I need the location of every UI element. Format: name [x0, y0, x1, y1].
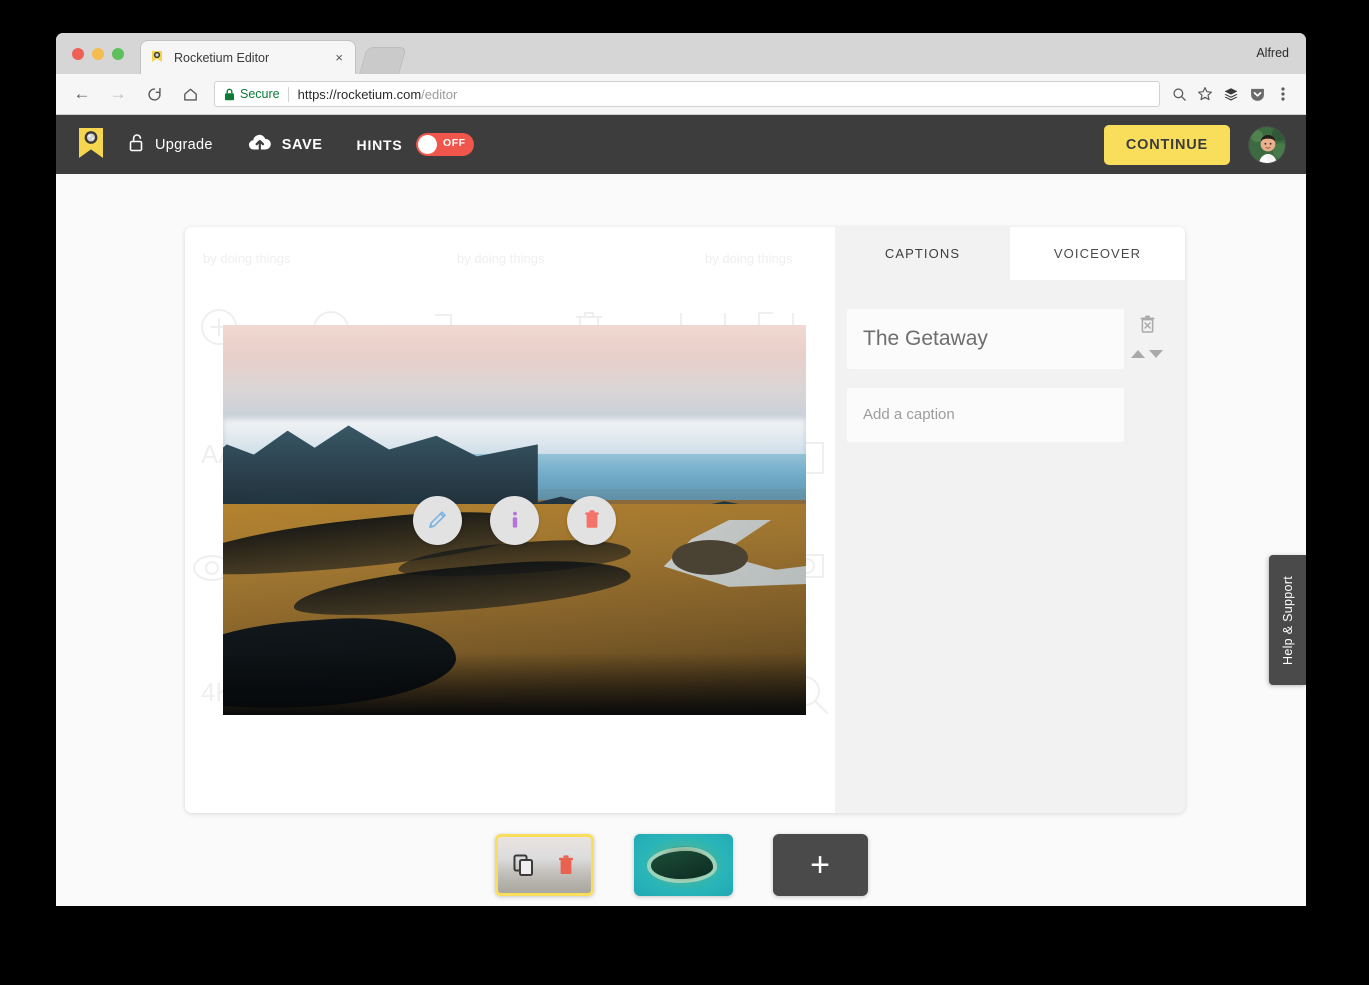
side-panel: CAPTIONS VOICEOVER The Getaway Add a cap…: [835, 227, 1185, 813]
editor-card: by doing things by doing things by doing…: [185, 227, 1185, 813]
slide-thumbnail-1[interactable]: [494, 834, 594, 896]
browser-profile-name[interactable]: Alfred: [1256, 46, 1289, 60]
window-close-button[interactable]: [72, 48, 84, 60]
back-icon[interactable]: ←: [68, 80, 96, 108]
duplicate-icon[interactable]: [512, 853, 536, 877]
tab-captions[interactable]: CAPTIONS: [835, 227, 1010, 280]
caption-input[interactable]: The Getaway: [847, 309, 1124, 369]
home-icon[interactable]: [176, 80, 204, 108]
caption-tools: [1124, 309, 1170, 358]
slide-thumbnail-2[interactable]: [633, 834, 733, 896]
editor-body: by doing things by doing things by doing…: [56, 174, 1306, 906]
save-label: SAVE: [281, 136, 323, 153]
rocketium-app: Upgrade SAVE HINTS OFF CONTINUE by doing…: [56, 115, 1306, 906]
window-maximize-button[interactable]: [112, 48, 124, 60]
browser-tab-title: Rocketium Editor: [174, 50, 270, 65]
rocketium-logo-icon: [149, 50, 165, 66]
canvas-area[interactable]: by doing things by doing things by doing…: [185, 227, 835, 813]
continue-button[interactable]: CONTINUE: [1103, 124, 1230, 165]
bookmark-star-icon[interactable]: [1192, 81, 1218, 107]
caption-delete-icon[interactable]: [1139, 315, 1156, 340]
pocket-extension-icon[interactable]: [1244, 81, 1270, 107]
search-icon[interactable]: [1166, 81, 1192, 107]
image-action-row: [223, 325, 806, 715]
plus-icon: +: [810, 846, 830, 884]
rocketium-logo[interactable]: [77, 126, 105, 164]
trash-icon: [584, 510, 599, 528]
edit-image-button[interactable]: [413, 495, 462, 545]
chrome-menu-icon[interactable]: [1270, 81, 1296, 107]
secure-label: Secure: [240, 87, 280, 101]
info-icon: [512, 511, 517, 528]
browser-tab-strip: Rocketium Editor × Alfred: [56, 33, 1306, 74]
avatar[interactable]: [1248, 125, 1286, 164]
ghost-text-3: by doing things: [705, 251, 793, 266]
caption-reorder-arrows: [1131, 350, 1163, 358]
url-text: https://rocketium.com/editor: [298, 87, 458, 102]
image-info-button[interactable]: [490, 495, 539, 545]
url-divider: [287, 86, 289, 102]
caption-value: The Getaway: [863, 327, 988, 350]
ghost-text-1: by doing things: [203, 251, 291, 266]
forward-icon[interactable]: →: [104, 80, 132, 108]
upgrade-button[interactable]: Upgrade: [128, 133, 213, 157]
ghost-text-2: by doing things: [457, 251, 545, 266]
browser-omnibox-bar: ← → Secure https://rocketium.com/editor: [56, 74, 1306, 115]
add-caption-placeholder: Add a caption: [863, 406, 955, 423]
hints-control: HINTS OFF: [357, 133, 474, 156]
new-tab-button[interactable]: [359, 47, 407, 74]
hints-toggle[interactable]: OFF: [415, 133, 474, 156]
slide-2-island: [651, 851, 713, 879]
device-bezel: Rocketium Editor × Alfred ← → Secure htt…: [0, 0, 1369, 985]
url-path: /editor: [421, 86, 458, 102]
url-host: https://rocketium.com: [297, 86, 422, 102]
layers-extension-icon[interactable]: [1218, 81, 1244, 107]
toolbar-right-group: CONTINUE: [1103, 115, 1286, 174]
slide-1-overlay: [498, 837, 591, 893]
browser-toolbar-icons: [1166, 81, 1306, 107]
help-support-tab[interactable]: Help & Support: [1269, 555, 1306, 685]
add-slide-button[interactable]: +: [772, 834, 868, 896]
help-support-label: Help & Support: [1280, 575, 1295, 665]
slide-timeline: +: [56, 834, 1306, 896]
hints-label: HINTS: [356, 136, 403, 153]
triangle-down-icon[interactable]: [1149, 350, 1163, 358]
app-toolbar: Upgrade SAVE HINTS OFF CONTINUE: [56, 115, 1306, 174]
browser-tab[interactable]: Rocketium Editor ×: [140, 40, 356, 74]
cloud-upload-icon: [247, 133, 273, 157]
add-caption-input[interactable]: Add a caption: [847, 388, 1124, 442]
lock-open-icon: [128, 133, 146, 157]
hints-toggle-state: OFF: [443, 137, 466, 149]
hints-toggle-knob: [417, 135, 437, 154]
url-input[interactable]: Secure https://rocketium.com/editor: [214, 81, 1160, 107]
captions-panel: The Getaway Add a caption: [835, 280, 1185, 813]
reload-icon[interactable]: [140, 80, 168, 108]
save-button[interactable]: SAVE: [247, 133, 323, 157]
slide-image[interactable]: [223, 325, 806, 715]
caption-row: The Getaway: [847, 309, 1171, 369]
tab-voiceover[interactable]: VOICEOVER: [1010, 227, 1185, 280]
pencil-icon: [428, 511, 446, 529]
upgrade-label: Upgrade: [155, 136, 213, 153]
window-minimize-button[interactable]: [92, 48, 104, 60]
panel-tabs: CAPTIONS VOICEOVER: [835, 227, 1185, 280]
lock-icon: [224, 88, 235, 101]
tab-close-icon[interactable]: ×: [331, 49, 347, 66]
triangle-up-icon[interactable]: [1131, 350, 1145, 358]
delete-image-button[interactable]: [567, 495, 616, 545]
browser-window: Rocketium Editor × Alfred ← → Secure htt…: [56, 33, 1306, 906]
trash-icon[interactable]: [556, 854, 576, 877]
